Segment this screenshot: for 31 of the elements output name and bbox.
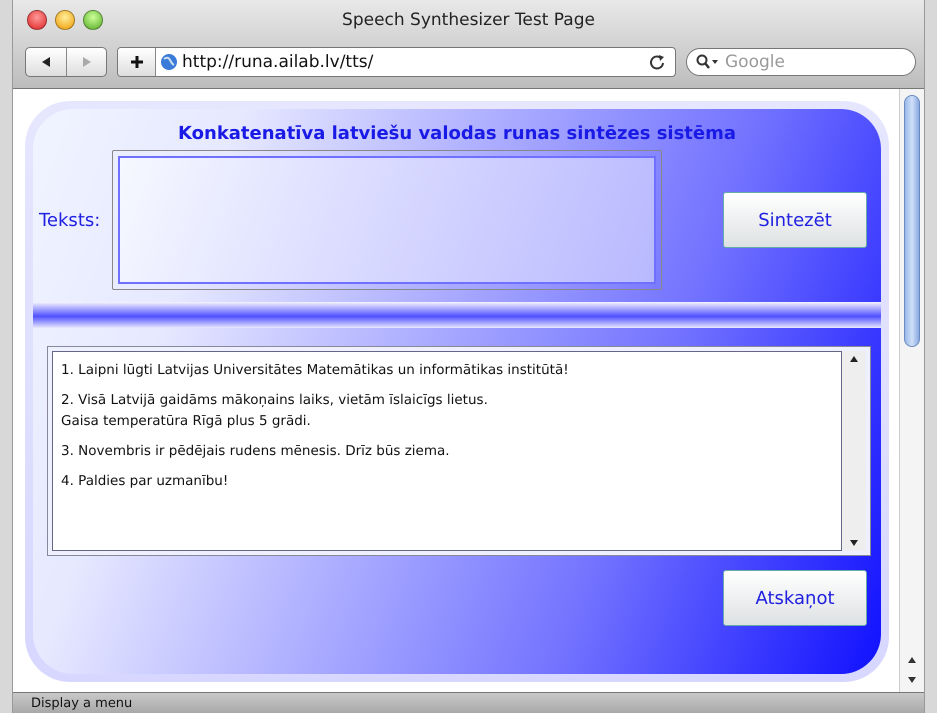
synthesize-button[interactable]: Sintezēt	[723, 192, 867, 248]
zoom-icon[interactable]	[83, 10, 103, 30]
page-heading: Konkatenatīva latviešu valodas runas sintēzes sistēma	[177, 123, 737, 144]
minimize-icon[interactable]	[55, 10, 75, 30]
text-label: Teksts:	[39, 210, 100, 230]
search-field[interactable]: Google	[686, 48, 916, 76]
example-sentence[interactable]: 2. Visā Latvijā gaidāms mākoņains laiks, vietām īslaicīgs lietus. Gaisa temperatūra Rīgā plus 5 grādi.	[61, 390, 833, 431]
down-arrow-icon[interactable]	[849, 539, 859, 547]
up-arrow-icon[interactable]	[907, 656, 917, 664]
globe-icon	[160, 53, 178, 71]
text-input-field[interactable]	[118, 156, 656, 284]
add-bookmark-button[interactable]	[118, 48, 156, 76]
window-title: Speech Synthesizer Test Page	[342, 10, 595, 30]
search-icon	[696, 54, 720, 70]
example-sentence[interactable]: 4. Paldies par uzmanību!	[61, 471, 833, 492]
status-text: Display a menu	[13, 692, 924, 713]
scrollbar-thumb[interactable]	[904, 95, 920, 347]
down-arrow-icon[interactable]	[907, 676, 917, 684]
reload-icon[interactable]	[649, 54, 665, 70]
list-scrollbar[interactable]	[842, 351, 866, 551]
plus-icon	[130, 55, 144, 69]
examples-list[interactable]	[52, 351, 842, 551]
url-text: http://runa.ailab.lv/tts/	[181, 52, 374, 72]
example-sentence[interactable]: 3. Novembris ir pēdējais rudens mēnesis. Drīz būs ziema.	[61, 440, 833, 461]
example-sentence[interactable]: 1. Laipni lūgti Latvijas Universitātes Matemātikas un informātikas institūtā!	[61, 360, 833, 380]
close-icon[interactable]	[27, 10, 47, 30]
address-field[interactable]: http://runa.ailab.lv/tts/	[117, 47, 676, 77]
left-triangle-icon	[40, 56, 52, 68]
right-triangle-icon	[80, 56, 92, 68]
up-arrow-icon[interactable]	[849, 355, 859, 363]
play-button[interactable]: Atskaņot	[723, 570, 867, 626]
